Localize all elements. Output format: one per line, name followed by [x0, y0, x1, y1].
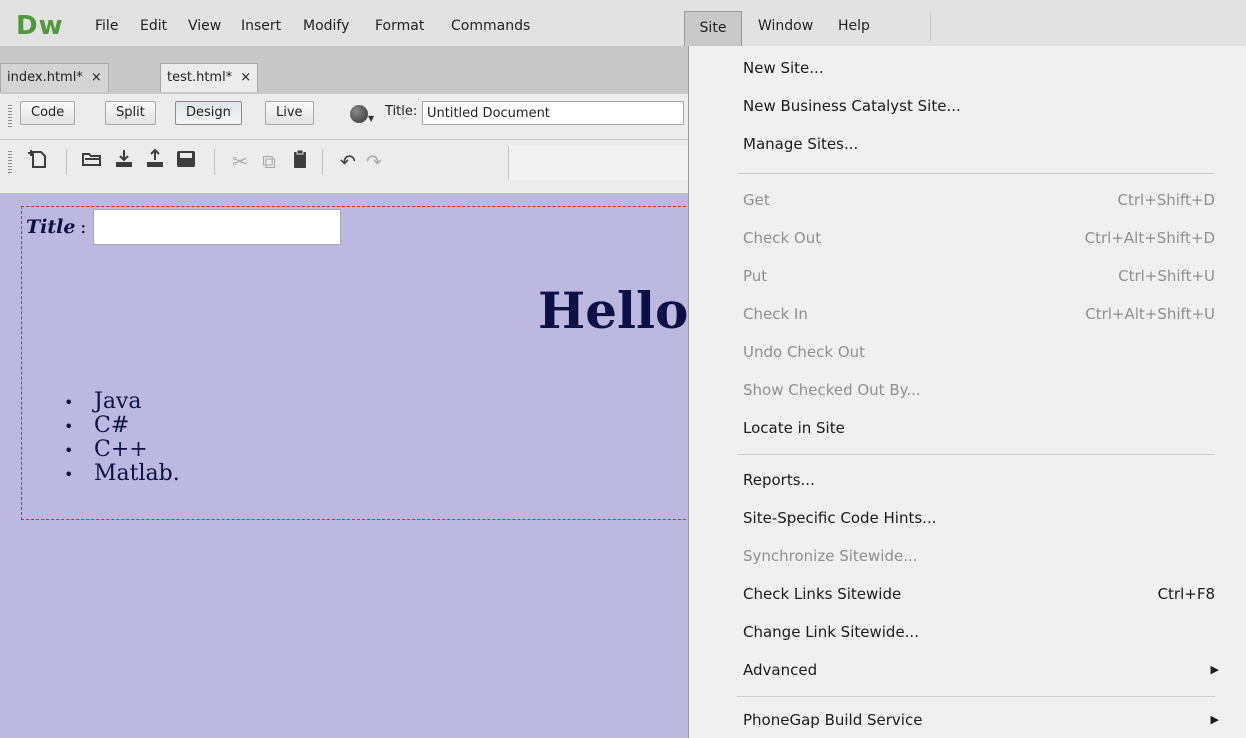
- document-toolbar: Code Split Design Live ▼ Title:: [0, 94, 688, 140]
- menu-view[interactable]: View: [188, 14, 221, 46]
- tab-index-html[interactable]: index.html* ×: [0, 63, 109, 92]
- menu-separator: [737, 696, 1215, 697]
- menu-commands[interactable]: Commands: [451, 14, 530, 46]
- menu-help[interactable]: Help: [838, 14, 870, 46]
- menu-file[interactable]: File: [95, 14, 118, 46]
- toolbar-grip[interactable]: [8, 151, 12, 173]
- menu-bar: Dw File Edit View Insert Modify Format C…: [0, 0, 1246, 47]
- live-view-button[interactable]: Live: [265, 101, 314, 125]
- submenu-arrow-icon: ▶: [1210, 713, 1219, 726]
- menu-item-get[interactable]: Get Ctrl+Shift+D: [689, 182, 1229, 218]
- menu-edit[interactable]: Edit: [140, 14, 167, 46]
- tab-strip: index.html* × test.html* ×: [0, 46, 688, 92]
- toolbar-separator: [66, 149, 67, 175]
- split-view-button[interactable]: Split: [105, 101, 156, 125]
- close-icon[interactable]: ×: [91, 70, 102, 85]
- new-document-icon[interactable]: [26, 148, 50, 176]
- submenu-arrow-icon: ▶: [1210, 663, 1219, 676]
- menu-item-advanced[interactable]: Advanced ▶: [689, 652, 1229, 688]
- menu-item-show-checked-out-by[interactable]: Show Checked Out By...: [689, 372, 1229, 408]
- menu-item-check-in[interactable]: Check In Ctrl+Alt+Shift+U: [689, 296, 1229, 332]
- menu-format[interactable]: Format: [375, 14, 424, 46]
- list-item: C++: [64, 438, 180, 462]
- list-item: Matlab.: [64, 462, 180, 486]
- tab-test-html[interactable]: test.html* ×: [160, 63, 259, 92]
- menu-window[interactable]: Window: [758, 14, 813, 46]
- menu-item-manage-sites[interactable]: Manage Sites...: [689, 126, 1229, 162]
- code-view-button[interactable]: Code: [20, 101, 76, 125]
- open-folder-icon[interactable]: [80, 148, 104, 176]
- download-icon[interactable]: [112, 148, 136, 176]
- list-item: Java: [64, 390, 180, 414]
- toolbar-grip[interactable]: [8, 105, 12, 127]
- redo-icon[interactable]: ↷: [362, 148, 386, 176]
- menu-site[interactable]: Site: [684, 11, 742, 46]
- list-item: C#: [64, 414, 180, 438]
- document-tabs: index.html* × test.html* ×: [0, 46, 688, 94]
- close-icon[interactable]: ×: [240, 70, 251, 85]
- menu-item-new-site[interactable]: New Site...: [689, 50, 1229, 86]
- menu-item-synchronize-sitewide[interactable]: Synchronize Sitewide...: [689, 538, 1229, 574]
- menu-item-reports[interactable]: Reports...: [689, 462, 1229, 498]
- toolbar-separator: [214, 149, 215, 175]
- menu-item-check-links-sitewide[interactable]: Check Links Sitewide Ctrl+F8: [689, 576, 1229, 612]
- standard-toolbar: ✂ ⧉ ↶ ↷: [0, 140, 689, 194]
- menu-item-change-link-sitewide[interactable]: Change Link Sitewide...: [689, 614, 1229, 650]
- page-title-input[interactable]: [93, 209, 341, 245]
- document-title-input[interactable]: [422, 101, 684, 125]
- menu-item-phonegap-build-service[interactable]: PhoneGap Build Service ▶: [689, 702, 1229, 738]
- menu-item-new-business-catalyst-site[interactable]: New Business Catalyst Site...: [689, 88, 1229, 124]
- design-view-button[interactable]: Design: [175, 101, 242, 125]
- menu-separator: [930, 13, 931, 41]
- language-list: Java C# C++ Matlab.: [64, 390, 180, 486]
- globe-icon[interactable]: [350, 105, 368, 123]
- toolbar-empty-area: [508, 146, 689, 180]
- tab-label: index.html*: [7, 70, 83, 85]
- menu-item-check-out[interactable]: Check Out Ctrl+Alt+Shift+D: [689, 220, 1229, 256]
- tab-label: test.html*: [167, 70, 233, 85]
- page-title-colon: :: [80, 216, 87, 238]
- page-title-label: Title: [26, 216, 76, 238]
- menu-modify[interactable]: Modify: [303, 14, 349, 46]
- menu-item-put[interactable]: Put Ctrl+Shift+U: [689, 258, 1229, 294]
- menu-insert[interactable]: Insert: [241, 14, 281, 46]
- menu-separator: [737, 454, 1215, 455]
- design-view[interactable]: Title : Hello Java C# C++ Matlab.: [0, 194, 721, 738]
- menu-item-site-specific-code-hints[interactable]: Site-Specific Code Hints...: [689, 500, 1229, 536]
- menu-item-undo-check-out[interactable]: Undo Check Out: [689, 334, 1229, 370]
- undo-icon[interactable]: ↶: [336, 148, 360, 176]
- paste-icon[interactable]: [288, 148, 312, 176]
- site-menu-dropdown: New Site... New Business Catalyst Site..…: [688, 46, 1246, 738]
- cut-icon[interactable]: ✂: [228, 148, 252, 176]
- hello-heading: Hello: [538, 281, 689, 340]
- title-label: Title:: [385, 104, 418, 119]
- toolbar-separator: [322, 149, 323, 175]
- chevron-down-icon[interactable]: ▼: [368, 114, 374, 123]
- save-icon[interactable]: [174, 148, 198, 176]
- copy-icon[interactable]: ⧉: [257, 148, 281, 176]
- menu-separator: [737, 173, 1215, 174]
- upload-icon[interactable]: [143, 148, 167, 176]
- menu-item-locate-in-site[interactable]: Locate in Site: [689, 410, 1229, 446]
- dreamweaver-logo: Dw: [16, 11, 64, 41]
